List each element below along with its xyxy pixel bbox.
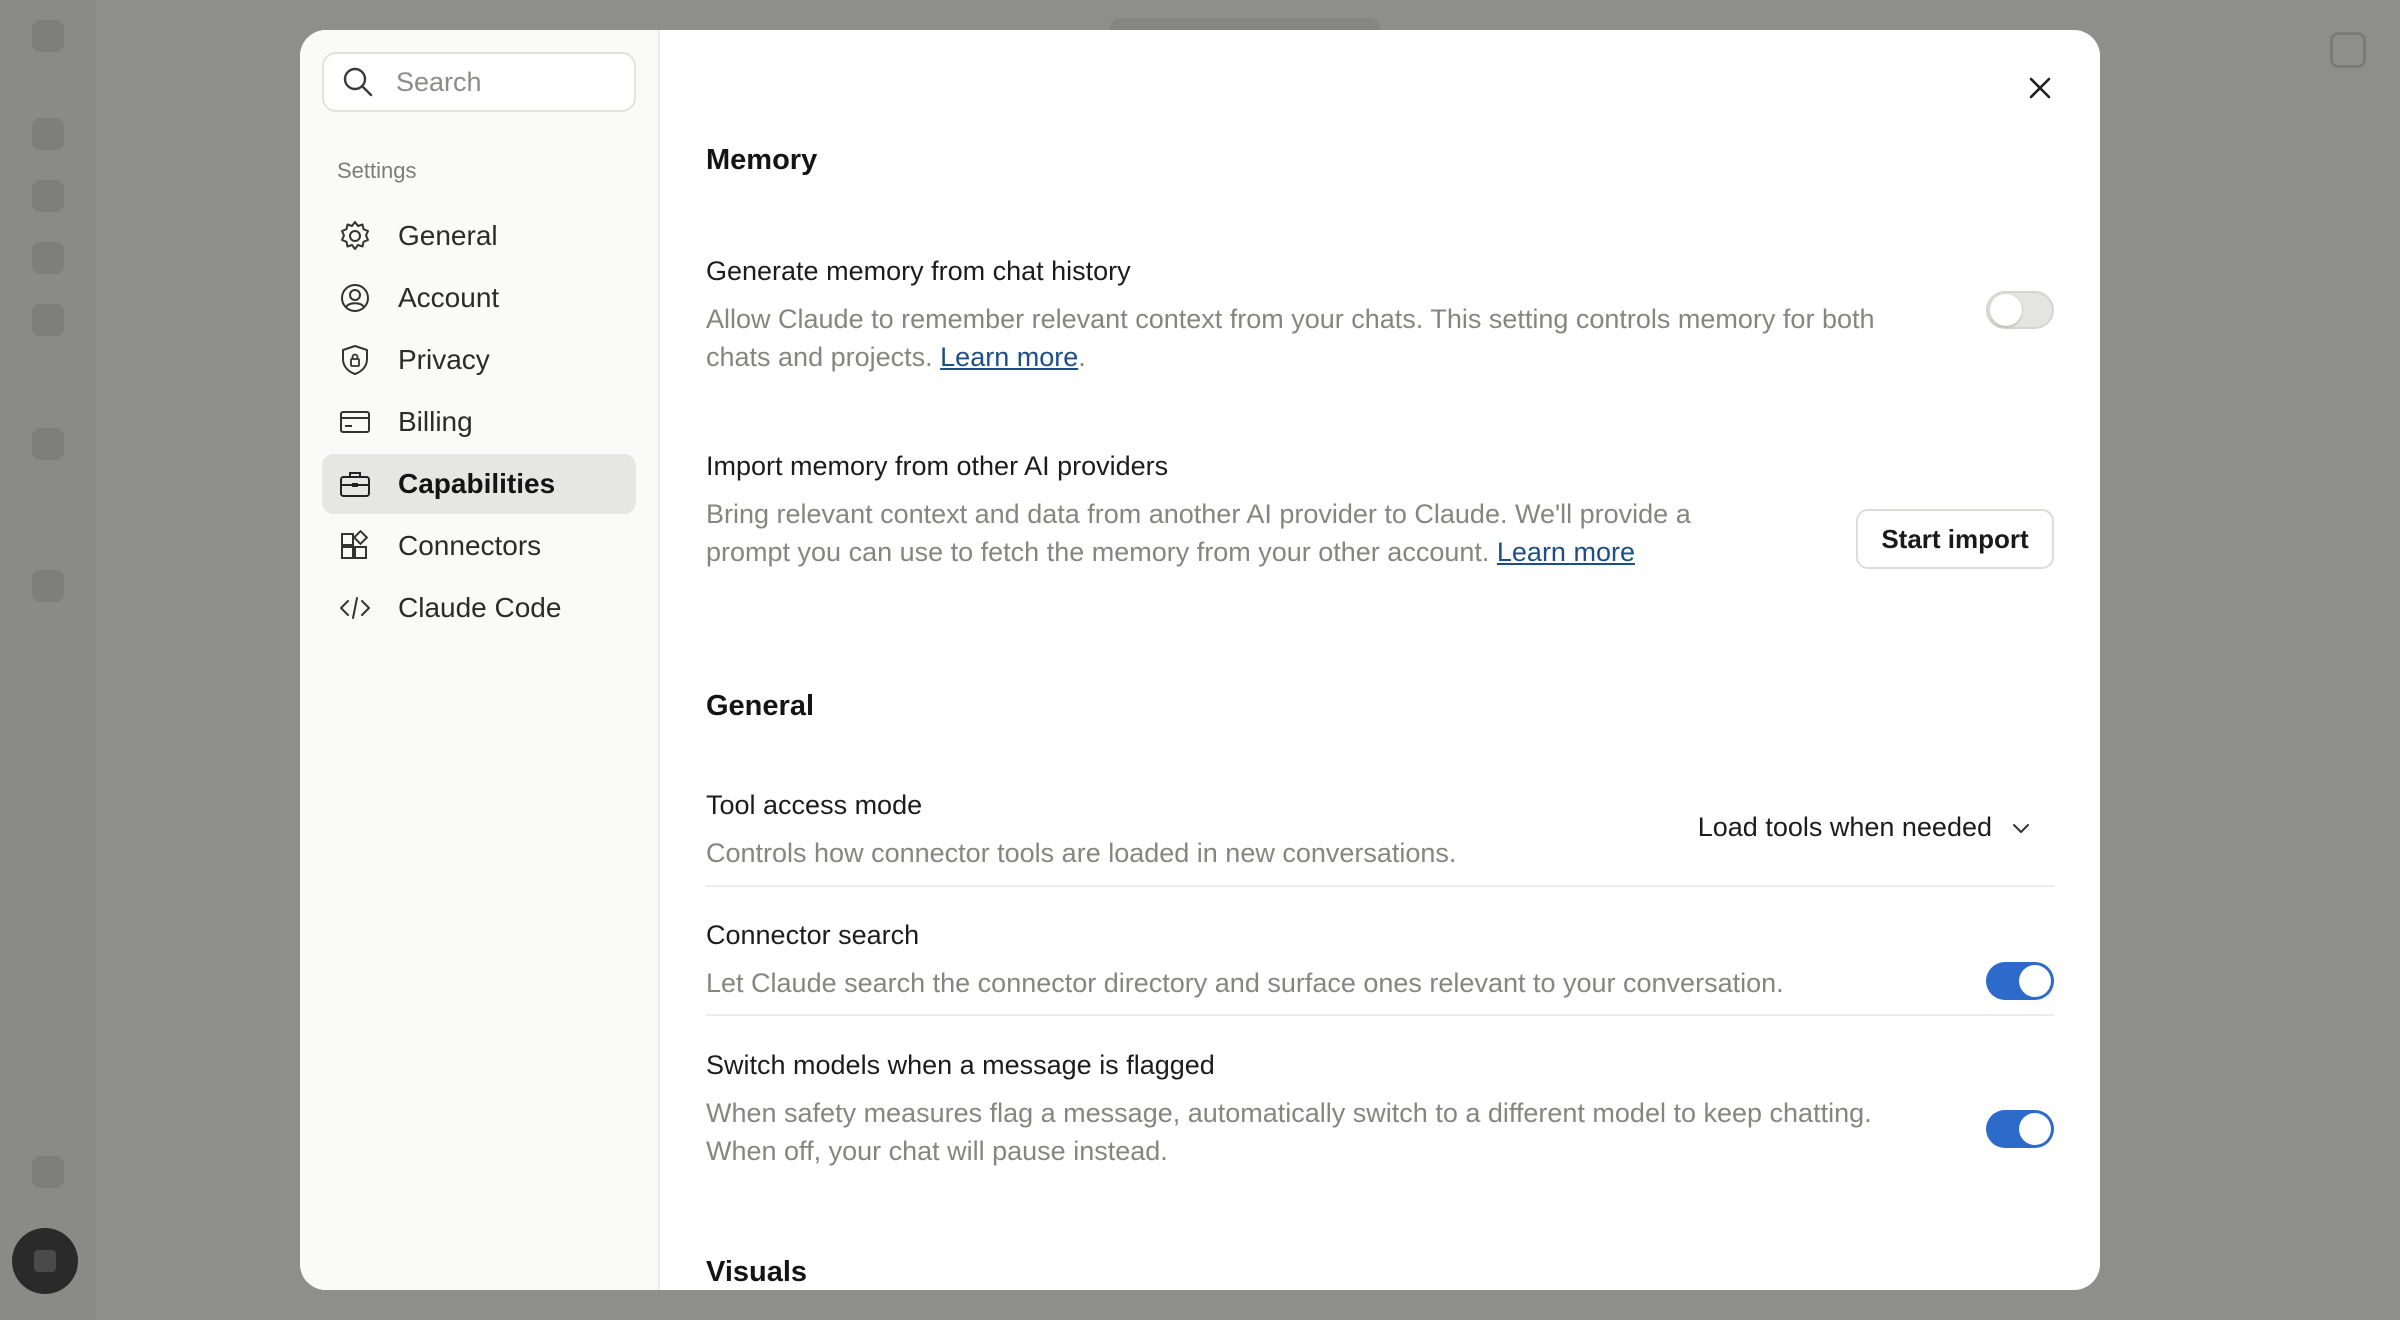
settings-heading: Settings [337,158,417,183]
sidebar-item-capabilities[interactable]: Capabilities [322,454,636,514]
divider [706,885,2054,887]
search-icon [343,67,373,97]
section-title-general: General [706,690,814,722]
settings-content: Memory Generate memory from chat history… [660,30,2100,1290]
sidebar-item-label: Privacy [398,344,490,375]
chevron-down-icon [2013,823,2029,833]
setting-tool-access-mode: Tool access mode Controls how connector … [706,790,2054,872]
settings-sidebar: Settings General Account [300,30,660,1290]
sidebar-item-label: Billing [398,406,473,437]
description-text: Allow Claude to remember relevant contex… [706,304,1875,372]
divider [706,1014,2054,1016]
setting-title: Switch models when a message is flagged [706,1050,1215,1080]
ghost-mode-icon [2330,32,2366,68]
setting-generate-memory: Generate memory from chat history Allow … [706,256,2054,376]
setting-description: When safety measures flag a message, aut… [706,1098,1872,1166]
sidebar-item-privacy[interactable]: Privacy [322,330,636,390]
setting-description: Let Claude search the connector director… [706,968,1784,998]
sidebar-item-label: Capabilities [398,468,556,499]
credit-card-icon [340,411,370,433]
settings-nav: General Account Privacy Billing Capabili… [322,206,636,638]
setting-description: Allow Claude to remember relevant contex… [706,304,1875,372]
toggle-knob [2019,965,2051,997]
generate-memory-toggle[interactable] [1986,291,2054,329]
sidebar-item-billing[interactable]: Billing [322,392,636,452]
setting-connector-search: Connector search Let Claude search the c… [706,920,2054,1002]
avatar [12,1228,78,1294]
setting-description: Bring relevant context and data from ano… [706,495,1766,571]
sidebar-item-general[interactable]: General [322,206,636,266]
learn-more-link[interactable]: Learn more [940,342,1078,372]
toggle-knob [1990,294,2022,326]
setting-import-memory: Import memory from other AI providers Br… [706,451,2054,571]
close-button[interactable] [2016,64,2064,112]
search-input[interactable] [396,66,626,98]
tool-access-mode-select[interactable]: Load tools when needed [1698,812,2034,843]
select-value: Load tools when needed [1697,812,1992,842]
setting-title: Import memory from other AI providers [706,451,1169,481]
sidebar-item-label: General [398,220,498,251]
learn-more-link[interactable]: Learn more [1497,537,1635,567]
artifacts-icon [32,304,64,336]
switch-models-toggle[interactable] [1986,1110,2054,1148]
sidebar-item-claude-code[interactable]: Claude Code [322,578,636,638]
section-title-visuals: Visuals [706,1256,808,1288]
background-sidebar [0,0,96,1320]
sidebar-item-label: Claude Code [398,592,562,623]
sidebar-item-label: Connectors [398,530,542,561]
connector-search-toggle[interactable] [1986,962,2054,1000]
settings-modal: Settings General Account [300,30,2100,1290]
sidebar-item-label: Account [398,282,500,313]
connectors-icon [341,529,369,559]
search-box[interactable] [322,52,636,112]
gear-icon [341,221,369,250]
setting-switch-models: Switch models when a message is flagged … [706,1050,2054,1170]
chats-icon [32,180,64,212]
recent-icon [32,570,64,602]
user-circle-icon [341,284,369,312]
sidebar-item-account[interactable]: Account [322,268,636,328]
sidebar-toggle-icon [32,20,64,52]
start-import-button[interactable]: Start import [1856,509,2054,569]
sidebar-item-connectors[interactable]: Connectors [322,516,636,576]
section-title-memory: Memory [706,144,818,176]
projects-icon [32,242,64,274]
setting-title: Connector search [706,920,920,950]
code-icon [340,597,370,619]
download-icon [32,1156,64,1188]
setting-title: Generate memory from chat history [706,256,1131,286]
shield-icon [342,345,368,375]
code-icon [32,428,64,460]
new-chat-icon [32,118,64,150]
toggle-knob [2019,1113,2051,1145]
briefcase-icon [340,472,370,497]
close-icon [2029,77,2051,99]
